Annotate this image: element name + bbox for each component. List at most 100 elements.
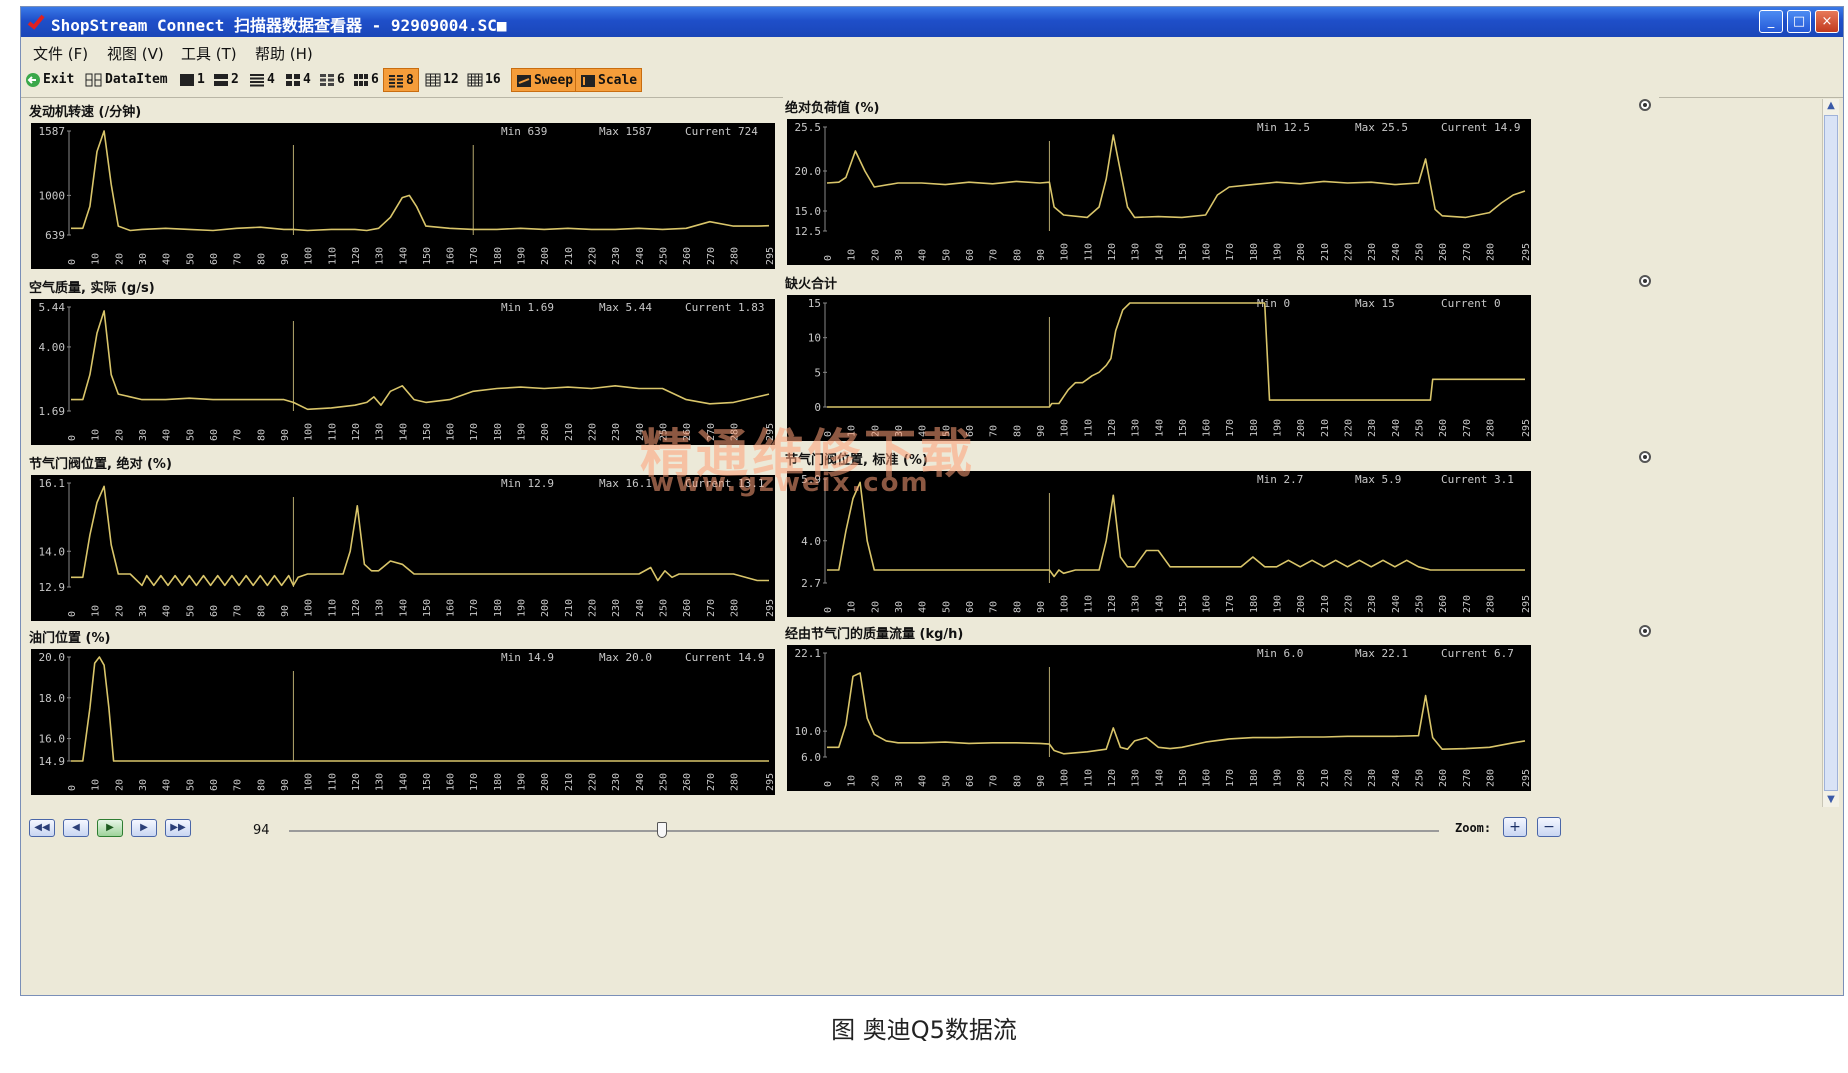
chart-plot: Min 14.9 Max 20.0 Current 14.9 20.0 18.0 16.0… [31, 649, 775, 795]
dataitem-grid-icon [85, 73, 102, 86]
y-tick-label: 15 [808, 297, 821, 310]
panel-close-icon[interactable] [1639, 625, 1651, 637]
x-tick-label: 30 [138, 253, 149, 265]
layout-8-button[interactable]: 8 [383, 68, 419, 92]
next-frame-button[interactable]: ▶ [131, 819, 157, 837]
play-button[interactable]: ▶ [97, 819, 123, 837]
layout-4-rows-button[interactable]: 4 [245, 68, 279, 92]
layout-6b-button[interactable]: 6 [349, 68, 383, 92]
chart-panel-1[interactable]: 绝对负荷值 (%) Min 12.5 Max 25.5 Current 14.9 25.… [783, 95, 1659, 271]
zoom-in-button[interactable]: + [1503, 817, 1527, 837]
x-tick-label: 170 [1225, 595, 1236, 613]
menu-tools[interactable]: 工具 (T) [181, 43, 237, 64]
chart-plot: Min 2.7 Max 5.9 Current 3.1 5.9 4.0 2.7 0 10 20 3… [787, 471, 1531, 617]
vertical-scrollbar[interactable]: ▲ ▼ [1822, 99, 1839, 807]
sweep-icon [517, 74, 531, 87]
layout-4-grid-icon [286, 73, 300, 86]
minimize-button[interactable]: _ [1759, 10, 1783, 33]
last-frame-button[interactable]: ▶▶ [165, 819, 191, 837]
x-tick-label: 20 [114, 779, 125, 791]
x-tick-label: 20 [870, 425, 881, 437]
x-tick-label: 20 [114, 605, 125, 617]
stat-min: Min 2.7 [1257, 473, 1303, 486]
y-tick-label: 0 [814, 401, 821, 414]
first-frame-button[interactable]: ◀◀ [29, 819, 55, 837]
x-tick-label: 10 [91, 429, 102, 441]
title-bar[interactable]: ShopStream Connect 扫描器数据查看器 - 92909004.S… [21, 7, 1843, 37]
x-tick-label: 160 [446, 599, 457, 617]
x-tick-label: 70 [989, 425, 1000, 437]
x-tick-label: 10 [847, 425, 858, 437]
x-tick-label: 100 [304, 599, 315, 617]
chart-panel-7[interactable]: 经由节气门的质量流量 (kg/h) Min 6.0 Max 22.1 Current … [783, 621, 1659, 797]
x-tick-label: 200 [540, 423, 551, 441]
x-tick-label: 80 [1012, 601, 1023, 613]
layout-2-button[interactable]: 2 [209, 68, 243, 92]
scroll-thumb[interactable] [1824, 115, 1838, 791]
toolbar: Exit DataItem 1 2 4 4 6 6 8 12 16 Sweep … [21, 65, 1843, 98]
stat-max: Max 5.44 [599, 301, 652, 314]
x-tick-label: 170 [1225, 419, 1236, 437]
x-tick-label: 160 [1202, 769, 1213, 787]
x-tick-label: 190 [1273, 595, 1284, 613]
menu-file[interactable]: 文件 (F) [33, 43, 88, 64]
x-tick-label: 0 [823, 255, 834, 261]
layout-1-button[interactable]: 1 [175, 68, 209, 92]
layout-6b-label: 6 [371, 72, 379, 87]
stat-max: Max 22.1 [1355, 647, 1408, 660]
exit-button[interactable]: Exit [21, 68, 78, 92]
x-tick-label: 40 [918, 425, 929, 437]
panel-close-icon[interactable] [1639, 99, 1651, 111]
slider-knob[interactable] [657, 822, 667, 838]
x-tick-label: 295 [765, 247, 775, 265]
layout-4-grid-button[interactable]: 4 [281, 68, 315, 92]
stat-current: Current 724 [685, 125, 758, 138]
x-tick-label: 260 [682, 773, 693, 791]
x-tick-label: 160 [446, 247, 457, 265]
maximize-button[interactable]: □ [1787, 10, 1811, 33]
sweep-button[interactable]: Sweep [511, 68, 579, 92]
chart-panel-3[interactable]: 缺火合计 Min 0 Max 15 Current 0 15 10 5 0 0 10 20 30 40 5… [783, 271, 1659, 447]
layout-12-button[interactable]: 12 [421, 68, 463, 92]
x-tick-label: 140 [398, 599, 409, 617]
x-tick-label: 100 [304, 773, 315, 791]
chart-panel-6[interactable]: 油门位置 (%) Min 14.9 Max 20.0 Current 14.9 20.0… [27, 625, 903, 801]
menu-view[interactable]: 视图 (V) [107, 43, 164, 64]
x-tick-label: 120 [1107, 769, 1118, 787]
chart-panel-5[interactable]: 节气门阀位置, 标准 (%) Min 2.7 Max 5.9 Current 3.1 5… [783, 447, 1659, 623]
chart-panel-4[interactable]: 节气门阀位置, 绝对 (%) Min 12.9 Max 16.1 Current 13… [27, 451, 903, 627]
x-tick-label: 70 [989, 775, 1000, 787]
panel-close-icon[interactable] [1639, 451, 1651, 463]
x-tick-label: 240 [1391, 243, 1402, 261]
zoom-out-button[interactable]: − [1537, 817, 1561, 837]
x-tick-label: 100 [304, 423, 315, 441]
panel-close-icon[interactable] [1639, 275, 1651, 287]
y-tick-label: 20.0 [39, 651, 66, 664]
x-tick-label: 240 [1391, 419, 1402, 437]
x-tick-label: 100 [1060, 595, 1071, 613]
menu-help[interactable]: 帮助 (H) [255, 43, 313, 64]
layout-1-label: 1 [197, 72, 205, 87]
scale-button[interactable]: Scale [575, 68, 643, 92]
y-tick-label: 10 [808, 332, 821, 345]
x-tick-label: 30 [138, 429, 149, 441]
stat-max: Max 1587 [599, 125, 652, 138]
frame-slider[interactable] [289, 822, 1439, 838]
x-tick-label: 150 [1178, 243, 1189, 261]
close-button[interactable]: × [1815, 10, 1839, 33]
layout-16-button[interactable]: 16 [463, 68, 505, 92]
x-tick-label: 270 [1462, 595, 1473, 613]
x-tick-label: 280 [1486, 769, 1497, 787]
dataitem-button[interactable]: DataItem [81, 68, 172, 92]
x-tick-label: 170 [1225, 243, 1236, 261]
scroll-up-icon[interactable]: ▲ [1824, 99, 1838, 113]
chart-panel-0[interactable]: 发动机转速 (/分钟) Min 639 Max 1587 Current 724 158… [27, 99, 903, 275]
prev-frame-button[interactable]: ◀ [63, 819, 89, 837]
layout-6-button[interactable]: 6 [315, 68, 349, 92]
chart-panel-2[interactable]: 空气质量, 实际 (g/s) Min 1.69 Max 5.44 Current 1.… [27, 275, 903, 451]
x-tick-label: 110 [1083, 243, 1094, 261]
chart-title: 空气质量, 实际 (g/s) [29, 281, 155, 296]
x-tick-label: 40 [162, 429, 173, 441]
x-tick-label: 60 [209, 429, 220, 441]
scroll-down-icon[interactable]: ▼ [1824, 793, 1838, 807]
